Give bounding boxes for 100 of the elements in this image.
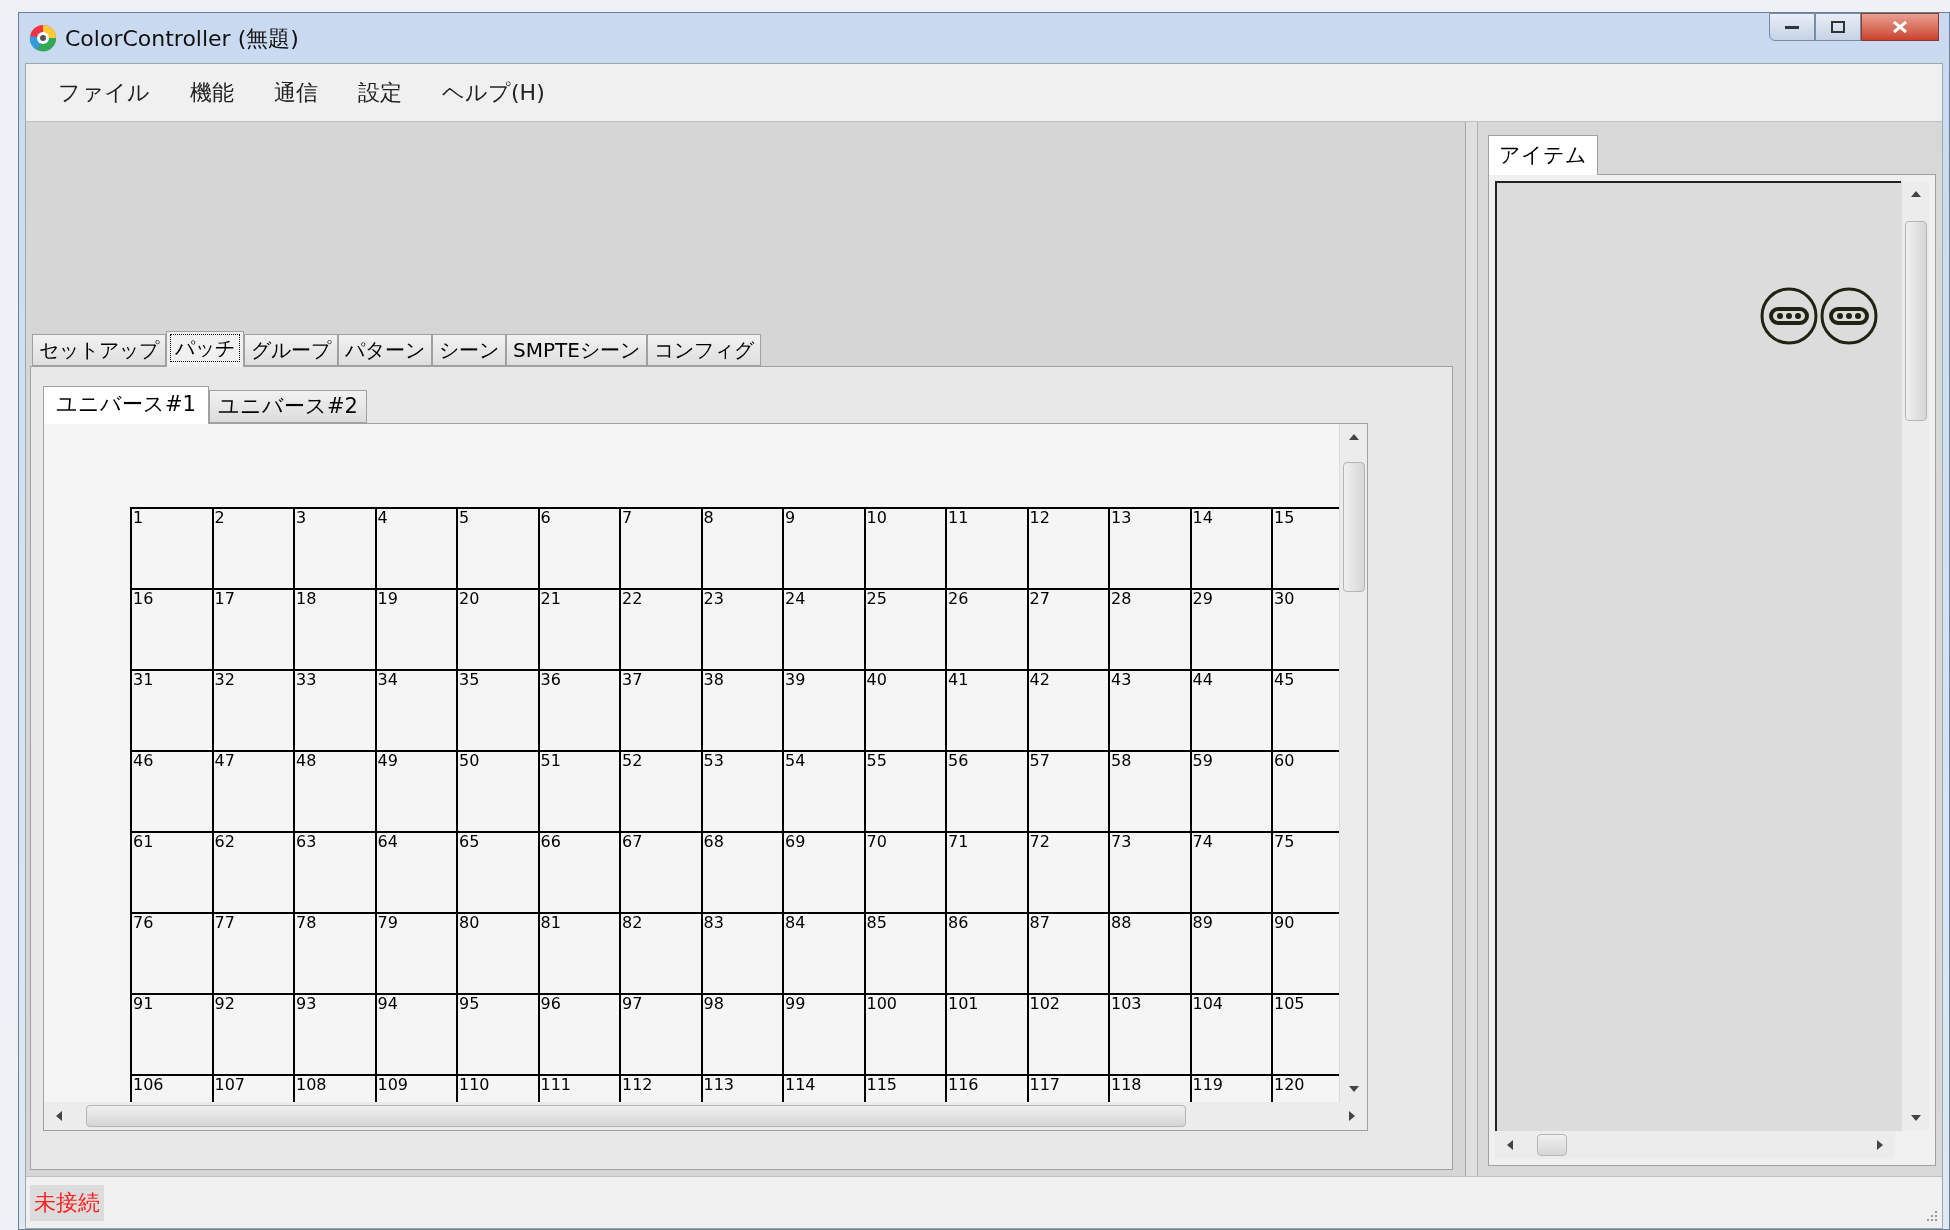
patch-cell[interactable]: 103 bbox=[1108, 993, 1190, 1074]
patch-cell[interactable]: 17 bbox=[211, 588, 293, 669]
patch-cell[interactable]: 57 bbox=[1026, 750, 1108, 831]
menu-item[interactable]: 通信 bbox=[274, 76, 318, 109]
patch-cell[interactable]: 7 bbox=[619, 507, 701, 588]
tab[interactable]: ユニバース#1 bbox=[43, 386, 209, 424]
patch-cell[interactable]: 91 bbox=[130, 993, 212, 1074]
close-button[interactable] bbox=[1861, 13, 1939, 41]
patch-cell[interactable]: 43 bbox=[1108, 669, 1190, 750]
patch-cell[interactable]: 52 bbox=[619, 750, 701, 831]
patch-cell[interactable]: 101 bbox=[945, 993, 1027, 1074]
patch-cell[interactable]: 99 bbox=[782, 993, 864, 1074]
patch-cell[interactable]: 66 bbox=[537, 831, 619, 912]
patch-cell[interactable]: 96 bbox=[537, 993, 619, 1074]
patch-cell[interactable]: 76 bbox=[130, 912, 212, 993]
patch-cell[interactable]: 11 bbox=[945, 507, 1027, 588]
patch-cell[interactable]: 51 bbox=[537, 750, 619, 831]
patch-cell[interactable]: 97 bbox=[619, 993, 701, 1074]
patch-cell[interactable]: 78 bbox=[293, 912, 375, 993]
patch-cell[interactable]: 82 bbox=[619, 912, 701, 993]
scroll-up-arrow-icon[interactable] bbox=[1911, 191, 1921, 197]
patch-cell[interactable]: 47 bbox=[211, 750, 293, 831]
patch-cell[interactable]: 58 bbox=[1108, 750, 1190, 831]
horizontal-scrollbar[interactable] bbox=[44, 1102, 1367, 1130]
menu-item[interactable]: ヘルプ(H) bbox=[442, 76, 545, 109]
patch-cell[interactable]: 5 bbox=[456, 507, 538, 588]
tab[interactable]: コンフィグ bbox=[646, 334, 761, 366]
patch-cell[interactable]: 86 bbox=[945, 912, 1027, 993]
patch-cell[interactable]: 98 bbox=[700, 993, 782, 1074]
patch-cell[interactable]: 72 bbox=[1026, 831, 1108, 912]
patch-cell[interactable]: 74 bbox=[1189, 831, 1271, 912]
patch-cell[interactable]: 49 bbox=[374, 750, 456, 831]
fixture-icon[interactable] bbox=[1820, 287, 1878, 345]
tab[interactable]: パターン bbox=[338, 334, 432, 366]
patch-cell[interactable]: 36 bbox=[537, 669, 619, 750]
patch-cell[interactable]: 71 bbox=[945, 831, 1027, 912]
scrollbar-thumb[interactable] bbox=[86, 1105, 1186, 1127]
patch-cell[interactable]: 93 bbox=[293, 993, 375, 1074]
patch-cell[interactable]: 40 bbox=[863, 669, 945, 750]
patch-cell[interactable]: 89 bbox=[1189, 912, 1271, 993]
tab[interactable]: アイテム bbox=[1488, 135, 1598, 175]
patch-cell[interactable]: 10 bbox=[863, 507, 945, 588]
minimize-button[interactable] bbox=[1769, 13, 1815, 41]
scroll-left-arrow-icon[interactable] bbox=[1507, 1140, 1513, 1150]
patch-cell[interactable]: 62 bbox=[211, 831, 293, 912]
patch-cell[interactable]: 29 bbox=[1189, 588, 1271, 669]
patch-cell[interactable]: 69 bbox=[782, 831, 864, 912]
patch-cell[interactable]: 63 bbox=[293, 831, 375, 912]
patch-cell[interactable]: 3 bbox=[293, 507, 375, 588]
resize-grip-icon[interactable] bbox=[1924, 1210, 1938, 1224]
patch-cell[interactable]: 68 bbox=[700, 831, 782, 912]
patch-cell[interactable]: 64 bbox=[374, 831, 456, 912]
patch-cell[interactable]: 13 bbox=[1108, 507, 1190, 588]
patch-cell[interactable]: 61 bbox=[130, 831, 212, 912]
patch-cell[interactable]: 81 bbox=[537, 912, 619, 993]
tab[interactable]: ユニバース#2 bbox=[208, 390, 367, 423]
patch-cell[interactable]: 94 bbox=[374, 993, 456, 1074]
patch-cell[interactable]: 55 bbox=[863, 750, 945, 831]
patch-cell[interactable]: 25 bbox=[863, 588, 945, 669]
scrollbar-thumb[interactable] bbox=[1537, 1134, 1567, 1156]
scroll-down-arrow-icon[interactable] bbox=[1911, 1115, 1921, 1121]
patch-cell[interactable]: 56 bbox=[945, 750, 1027, 831]
patch-cell[interactable]: 16 bbox=[130, 588, 212, 669]
horizontal-scrollbar[interactable] bbox=[1495, 1131, 1895, 1159]
patch-cell[interactable]: 28 bbox=[1108, 588, 1190, 669]
patch-cell[interactable]: 39 bbox=[782, 669, 864, 750]
patch-cell[interactable]: 4 bbox=[374, 507, 456, 588]
patch-cell[interactable]: 12 bbox=[1026, 507, 1108, 588]
maximize-button[interactable] bbox=[1815, 13, 1861, 41]
patch-cell[interactable]: 38 bbox=[700, 669, 782, 750]
menu-item[interactable]: 機能 bbox=[190, 76, 234, 109]
menu-item[interactable]: 設定 bbox=[358, 76, 402, 109]
patch-cell[interactable]: 1 bbox=[130, 507, 212, 588]
patch-cell[interactable]: 95 bbox=[456, 993, 538, 1074]
patch-cell[interactable]: 33 bbox=[293, 669, 375, 750]
patch-cell[interactable]: 48 bbox=[293, 750, 375, 831]
vertical-scrollbar[interactable] bbox=[1339, 424, 1367, 1102]
patch-cell[interactable]: 77 bbox=[211, 912, 293, 993]
patch-cell[interactable]: 32 bbox=[211, 669, 293, 750]
patch-cell[interactable]: 27 bbox=[1026, 588, 1108, 669]
scroll-down-arrow-icon[interactable] bbox=[1349, 1086, 1359, 1092]
patch-cell[interactable]: 2 bbox=[211, 507, 293, 588]
scroll-left-arrow-icon[interactable] bbox=[56, 1111, 62, 1121]
fixture-icon[interactable] bbox=[1760, 287, 1818, 345]
patch-cell[interactable]: 83 bbox=[700, 912, 782, 993]
patch-cell[interactable]: 70 bbox=[863, 831, 945, 912]
patch-cell[interactable]: 18 bbox=[293, 588, 375, 669]
patch-cell[interactable]: 26 bbox=[945, 588, 1027, 669]
patch-cell[interactable]: 22 bbox=[619, 588, 701, 669]
patch-cell[interactable]: 100 bbox=[863, 993, 945, 1074]
tab[interactable]: パッチ bbox=[166, 331, 244, 367]
patch-cell[interactable]: 53 bbox=[700, 750, 782, 831]
patch-cell[interactable]: 84 bbox=[782, 912, 864, 993]
patch-cell[interactable]: 73 bbox=[1108, 831, 1190, 912]
patch-cell[interactable]: 31 bbox=[130, 669, 212, 750]
patch-cell[interactable]: 104 bbox=[1189, 993, 1271, 1074]
patch-cell[interactable]: 20 bbox=[456, 588, 538, 669]
patch-cell[interactable]: 21 bbox=[537, 588, 619, 669]
scroll-up-arrow-icon[interactable] bbox=[1349, 434, 1359, 440]
tab[interactable]: SMPTEシーン bbox=[506, 334, 647, 366]
